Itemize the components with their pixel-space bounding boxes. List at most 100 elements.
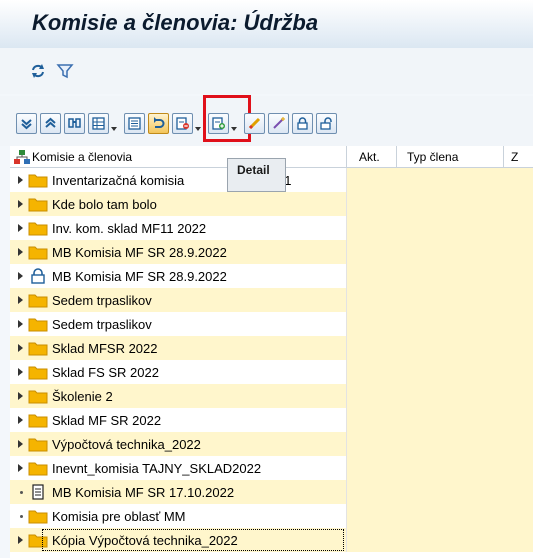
tree-row[interactable]: Sklad MFSR 2022 (10, 336, 533, 360)
tree-row[interactable]: Kópia Výpočtová technika_2022 (10, 528, 533, 552)
tree-row[interactable]: MB Komisia MF SR 28.9.2022 (10, 264, 533, 288)
expand-node-icon[interactable] (18, 536, 23, 544)
data-cell[interactable] (346, 528, 533, 552)
add-dropdown-arrow-icon[interactable] (231, 126, 237, 132)
collapse-all-icon (45, 117, 56, 128)
tree-item-label[interactable]: Inventarizačná komisia (52, 173, 184, 188)
expand-node-icon[interactable] (18, 344, 23, 352)
data-cell[interactable] (346, 384, 533, 408)
expand-node-icon[interactable] (18, 296, 23, 304)
tree-row[interactable]: Inv. kom. sklad MF11 2022 (10, 216, 533, 240)
tree-row[interactable]: Sklad MF SR 2022 (10, 408, 533, 432)
column-separator (346, 480, 347, 504)
column-separator (346, 360, 347, 384)
add-button[interactable] (208, 113, 229, 134)
column-separator (346, 264, 347, 288)
tree-row[interactable]: Inevnt_komisia TAJNY_SKLAD2022 (10, 456, 533, 480)
column-separator[interactable] (346, 146, 347, 168)
data-cell[interactable] (346, 432, 533, 456)
column-header-tree[interactable]: Komisie a členovia (32, 150, 132, 164)
tree-item-label[interactable]: MB Komisia MF SR 28.9.2022 (52, 245, 227, 260)
data-cell[interactable] (346, 456, 533, 480)
column-separator[interactable] (503, 146, 504, 168)
column-separator[interactable] (396, 146, 397, 168)
tree-item-label[interactable]: Sedem trpaslikov (52, 293, 152, 308)
data-cell[interactable] (346, 168, 533, 192)
tree-item-label[interactable]: Sklad MF SR 2022 (52, 413, 161, 428)
data-cell[interactable] (346, 192, 533, 216)
refresh-icon[interactable] (27, 60, 49, 82)
tree-item-label[interactable]: MB Komisia MF SR 17.10.2022 (52, 485, 234, 500)
delete-dropdown-arrow-icon[interactable] (195, 126, 201, 132)
column-header-z[interactable]: Z (511, 150, 518, 164)
details-list-icon (128, 117, 141, 130)
expand-all-icon (21, 119, 32, 130)
find-button[interactable] (64, 113, 85, 134)
tree-item-label[interactable]: Sklad MFSR 2022 (52, 341, 158, 356)
data-cell[interactable] (346, 360, 533, 384)
column-separator (346, 408, 347, 432)
expand-node-icon[interactable] (18, 416, 23, 424)
data-cell[interactable] (346, 264, 533, 288)
filter-icon[interactable] (54, 60, 76, 82)
collapse-all-button[interactable] (40, 113, 61, 134)
detail-button[interactable] (148, 113, 169, 134)
tree-row[interactable]: Výpočtová technika_2022 (10, 432, 533, 456)
details-list-button[interactable] (124, 113, 145, 134)
data-cell[interactable] (346, 504, 533, 528)
edit-button[interactable] (244, 113, 265, 134)
column-header-akt[interactable]: Akt. (359, 150, 380, 164)
unlock-button[interactable] (316, 113, 337, 134)
tree-item-label[interactable]: Sklad FS SR 2022 (52, 365, 159, 380)
expand-all-button[interactable] (16, 113, 37, 134)
tree-row[interactable]: Sedem trpaslikov (10, 288, 533, 312)
data-cell[interactable] (346, 408, 533, 432)
expand-node-icon[interactable] (18, 224, 23, 232)
folder-icon (28, 340, 48, 356)
folder-icon (28, 244, 48, 260)
folder-icon (28, 508, 48, 524)
tree-row[interactable]: MB Komisia MF SR 17.10.2022 (10, 480, 533, 504)
tree-row[interactable]: Sklad FS SR 2022 (10, 360, 533, 384)
tree-row[interactable]: Školenie 2 (10, 384, 533, 408)
expand-node-icon[interactable] (18, 392, 23, 400)
tree-row[interactable]: Kde bolo tam bolo (10, 192, 533, 216)
tree-item-label[interactable]: Inv. kom. sklad MF11 2022 (52, 221, 206, 236)
data-cell[interactable] (346, 336, 533, 360)
edit-icon (248, 117, 261, 130)
column-header-typ-clena[interactable]: Typ člena (407, 150, 458, 164)
data-cell[interactable] (346, 216, 533, 240)
tree-row[interactable]: Sedem trpaslikov (10, 312, 533, 336)
tree-item-label[interactable]: Výpočtová technika_2022 (52, 437, 201, 452)
hierarchy-icon (14, 150, 30, 164)
tree-row[interactable]: MB Komisia MF SR 28.9.2022 (10, 240, 533, 264)
folder-icon (28, 172, 48, 188)
column-separator (346, 216, 347, 240)
expand-node-icon[interactable] (18, 272, 23, 280)
tree-item-label[interactable]: MB Komisia MF SR 28.9.2022 (52, 269, 227, 284)
data-cell[interactable] (346, 312, 533, 336)
expand-node-icon[interactable] (18, 200, 23, 208)
tree-item-label[interactable]: Sedem trpaslikov (52, 317, 152, 332)
data-cell[interactable] (346, 480, 533, 504)
tree-item-label[interactable]: Komisia pre oblasť MM (52, 509, 185, 524)
lock-button[interactable] (292, 113, 313, 134)
folder-icon (28, 364, 48, 380)
tree-row[interactable]: Komisia pre oblasť MM (10, 504, 533, 528)
committee-tree: Komisie a členovia Akt. Typ člena Z Inve… (10, 146, 533, 558)
expand-node-icon[interactable] (18, 440, 23, 448)
tree-item-label[interactable]: Kde bolo tam bolo (52, 197, 157, 212)
layout-dropdown-arrow-icon[interactable] (111, 126, 117, 132)
expand-node-icon[interactable] (18, 464, 23, 472)
tree-item-label[interactable]: Inevnt_komisia TAJNY_SKLAD2022 (52, 461, 261, 476)
data-cell[interactable] (346, 288, 533, 312)
layout-button[interactable] (88, 113, 109, 134)
data-cell[interactable] (346, 240, 533, 264)
expand-node-icon[interactable] (18, 368, 23, 376)
magic-button[interactable] (268, 113, 289, 134)
delete-button[interactable] (172, 113, 193, 134)
expand-node-icon[interactable] (18, 176, 23, 184)
expand-node-icon[interactable] (18, 320, 23, 328)
expand-node-icon[interactable] (18, 248, 23, 256)
tree-item-label[interactable]: Školenie 2 (52, 389, 113, 404)
